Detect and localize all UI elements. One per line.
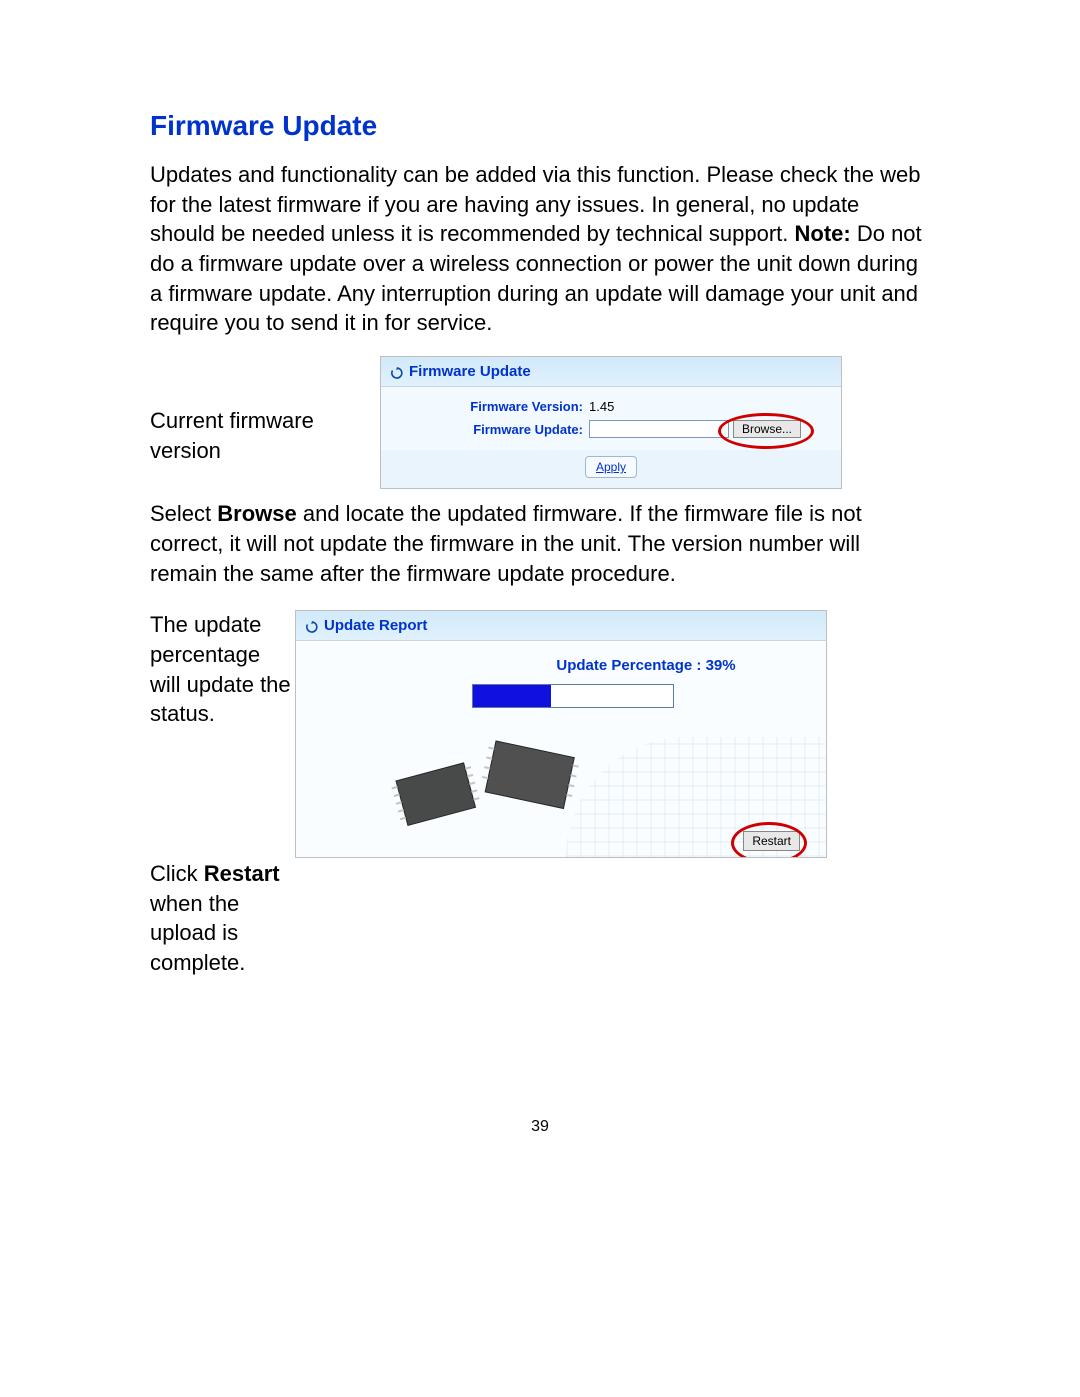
panel-header: Firmware Update <box>381 357 841 387</box>
restart-post: when the upload is complete. <box>150 891 245 975</box>
browse-paragraph: Select Browse and locate the updated fir… <box>150 499 930 588</box>
progress-fill <box>473 685 551 707</box>
note-label: Note: <box>795 221 851 246</box>
firmware-file-input[interactable] <box>589 420 729 438</box>
caption-update-percentage: The update percentage will update the st… <box>150 610 295 729</box>
firmware-version-label: Firmware Version: <box>393 399 589 414</box>
refresh-icon <box>306 620 318 632</box>
p2-pre: Select <box>150 501 217 526</box>
firmware-version-value: 1.45 <box>589 399 614 414</box>
restart-pre: Click <box>150 861 204 886</box>
panel1-title: Firmware Update <box>409 363 531 380</box>
update-report-panel: Update Report Update Percentage : 39% <box>295 610 827 858</box>
panel2-header: Update Report <box>296 611 826 641</box>
caption-current-version: Current firmware version <box>150 356 380 465</box>
refresh-icon <box>391 366 403 378</box>
panel2-title: Update Report <box>324 617 427 634</box>
intro-paragraph: Updates and functionality can be added v… <box>150 160 930 338</box>
restart-button[interactable]: Restart <box>743 831 800 851</box>
caption-restart: Click Restart when the upload is complet… <box>150 859 295 978</box>
progress-bar <box>472 684 674 708</box>
page-heading: Firmware Update <box>150 110 930 142</box>
browse-button[interactable]: Browse... <box>733 420 801 438</box>
page-number: 39 <box>150 1118 930 1136</box>
update-percentage-label: Update Percentage : 39% <box>482 657 810 674</box>
chip-icon <box>386 731 606 841</box>
p2-bold: Browse <box>217 501 296 526</box>
restart-bold: Restart <box>204 861 280 886</box>
firmware-update-panel: Firmware Update Firmware Version: 1.45 F… <box>380 356 842 489</box>
firmware-update-label: Firmware Update: <box>393 422 589 437</box>
apply-button[interactable]: Apply <box>585 456 637 478</box>
